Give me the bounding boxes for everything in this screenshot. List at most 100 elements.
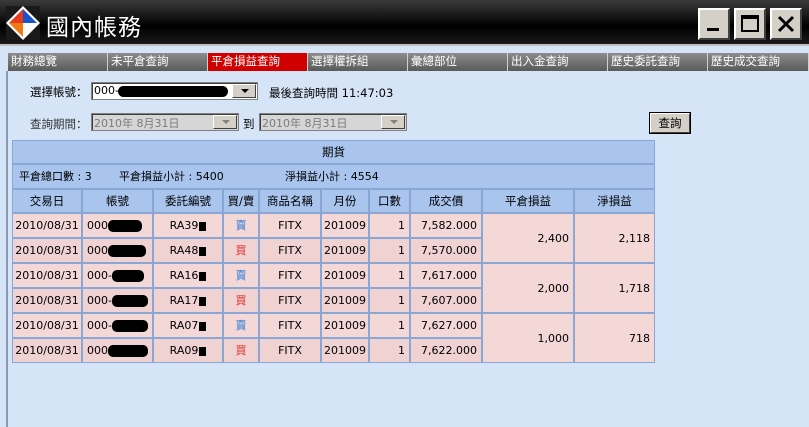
cell-product: FITX (259, 288, 321, 313)
minimize-icon (707, 28, 719, 31)
cell-side: 買 (223, 288, 259, 313)
period-label: 查詢期間： (30, 117, 88, 131)
cell-price: 7,627.000 (410, 313, 482, 338)
col-header-date[interactable]: 交易日 (12, 189, 82, 213)
cell-qty: 1 (369, 338, 410, 363)
cell-date: 2010/08/31 (12, 238, 82, 263)
cell-order-no: RA09 (153, 338, 223, 363)
col-header-month[interactable]: 月份 (321, 189, 369, 213)
cell-qty: 1 (369, 238, 410, 263)
account-select[interactable]: 000- (91, 82, 258, 100)
col-header-price[interactable]: 成交價 (410, 189, 482, 213)
cell-price: 7,617.000 (410, 263, 482, 288)
grid-summary: 平倉總口數 : 3 平倉損益小計 : 5400 淨損益小計 : 4554 (12, 164, 655, 189)
redacted-mask (199, 296, 207, 306)
redacted-mask (108, 345, 148, 357)
cell-date: 2010/08/31 (12, 313, 82, 338)
cell-order-no: RA39 (153, 213, 223, 238)
tab-open-positions[interactable]: 未平倉查詢 (108, 53, 208, 71)
cell-product: FITX (259, 313, 321, 338)
cell-month: 201009 (321, 288, 369, 313)
last-query-time: 11:47:03 (341, 86, 394, 100)
cell-price: 7,570.000 (410, 238, 482, 263)
redacted-mask (199, 246, 207, 256)
app-logo-icon (6, 6, 40, 40)
cell-price: 7,622.000 (410, 338, 482, 363)
cell-closed-pl: 2,400 (482, 213, 574, 263)
cell-date: 2010/08/31 (12, 288, 82, 313)
tab-deposit-withdraw[interactable]: 出入金查詢 (508, 53, 608, 71)
cell-closed-pl: 1,000 (482, 313, 574, 363)
redacted-mask (108, 220, 142, 232)
tab-financial-overview[interactable]: 財務總覽 (8, 53, 108, 71)
cell-month: 201009 (321, 338, 369, 363)
account-dropdown-button[interactable] (232, 84, 256, 98)
cell-net-pl: 2,118 (574, 213, 655, 263)
redacted-mask (199, 271, 207, 281)
minimize-button[interactable] (698, 8, 730, 40)
query-button[interactable]: 查詢 (650, 113, 690, 133)
period-to-value: 2010年 8月31日 (262, 117, 348, 130)
col-header-side[interactable]: 買/賣 (223, 189, 259, 213)
cell-price: 7,607.000 (410, 288, 482, 313)
cell-net-pl: 718 (574, 313, 655, 363)
cell-product: FITX (259, 263, 321, 288)
cell-account: 000 (82, 213, 153, 238)
cell-order-no: RA17 (153, 288, 223, 313)
close-icon (777, 15, 795, 33)
redacted-mask (108, 245, 146, 257)
col-header-order-no[interactable]: 委託編號 (153, 189, 223, 213)
cell-account: 000- (82, 288, 153, 313)
cell-product: FITX (259, 238, 321, 263)
col-header-net-pl[interactable]: 淨損益 (574, 189, 655, 213)
tab-option-combo[interactable]: 選擇權拆組 (308, 53, 408, 71)
last-query-label: 最後查詢時間 11:47:03 (269, 86, 394, 100)
cell-side: 賣 (223, 263, 259, 288)
period-from-picker[interactable]: 2010年 8月31日 (91, 113, 239, 131)
cell-date: 2010/08/31 (12, 263, 82, 288)
col-header-closed-pl[interactable]: 平倉損益 (482, 189, 574, 213)
period-to-dropdown-button[interactable] (381, 115, 405, 129)
col-header-qty[interactable]: 口數 (369, 189, 410, 213)
cell-date: 2010/08/31 (12, 338, 82, 363)
window-title: 國內帳務 (46, 15, 142, 41)
cell-month: 201009 (321, 313, 369, 338)
account-value: 000- (94, 84, 119, 97)
tab-order-history[interactable]: 歷史委託查詢 (608, 53, 708, 71)
cell-month: 201009 (321, 238, 369, 263)
redacted-mask (111, 295, 148, 307)
redacted-mask (199, 221, 207, 231)
period-to-picker[interactable]: 2010年 8月31日 (259, 113, 407, 131)
tab-trade-history[interactable]: 歷史成交查詢 (708, 53, 809, 71)
cell-net-pl: 1,718 (574, 263, 655, 313)
redacted-mask (199, 346, 207, 356)
cell-month: 201009 (321, 263, 369, 288)
col-header-account[interactable]: 帳號 (82, 189, 153, 213)
cell-side: 賣 (223, 313, 259, 338)
redacted-mask (111, 320, 148, 332)
cell-account: 000- (82, 263, 153, 288)
period-from-dropdown-button[interactable] (213, 115, 237, 129)
cell-product: FITX (259, 338, 321, 363)
cell-order-no: RA48 (153, 238, 223, 263)
col-header-product[interactable]: 商品名稱 (259, 189, 321, 213)
closed-count-summary: 平倉總口數 : 3 (19, 170, 92, 183)
tab-summary-positions[interactable]: 彙總部位 (408, 53, 508, 71)
redacted-mask (118, 86, 228, 97)
cell-account: 000 (82, 238, 153, 263)
title-bar: 國內帳務 (0, 0, 809, 46)
maximize-button[interactable] (734, 8, 766, 40)
cell-product: FITX (259, 213, 321, 238)
chevron-down-icon (390, 120, 398, 124)
cell-closed-pl: 2,000 (482, 263, 574, 313)
close-button[interactable] (770, 8, 802, 40)
chevron-down-icon (222, 120, 230, 124)
cell-order-no: RA16 (153, 263, 223, 288)
net-pl-summary: 淨損益小計 : 4554 (285, 170, 379, 183)
grid-title: 期貨 (12, 140, 655, 164)
cell-price: 7,582.000 (410, 213, 482, 238)
tab-closed-pl[interactable]: 平倉損益查詢 (208, 53, 308, 71)
cell-month: 201009 (321, 213, 369, 238)
redacted-mask (199, 321, 207, 331)
cell-date: 2010/08/31 (12, 213, 82, 238)
